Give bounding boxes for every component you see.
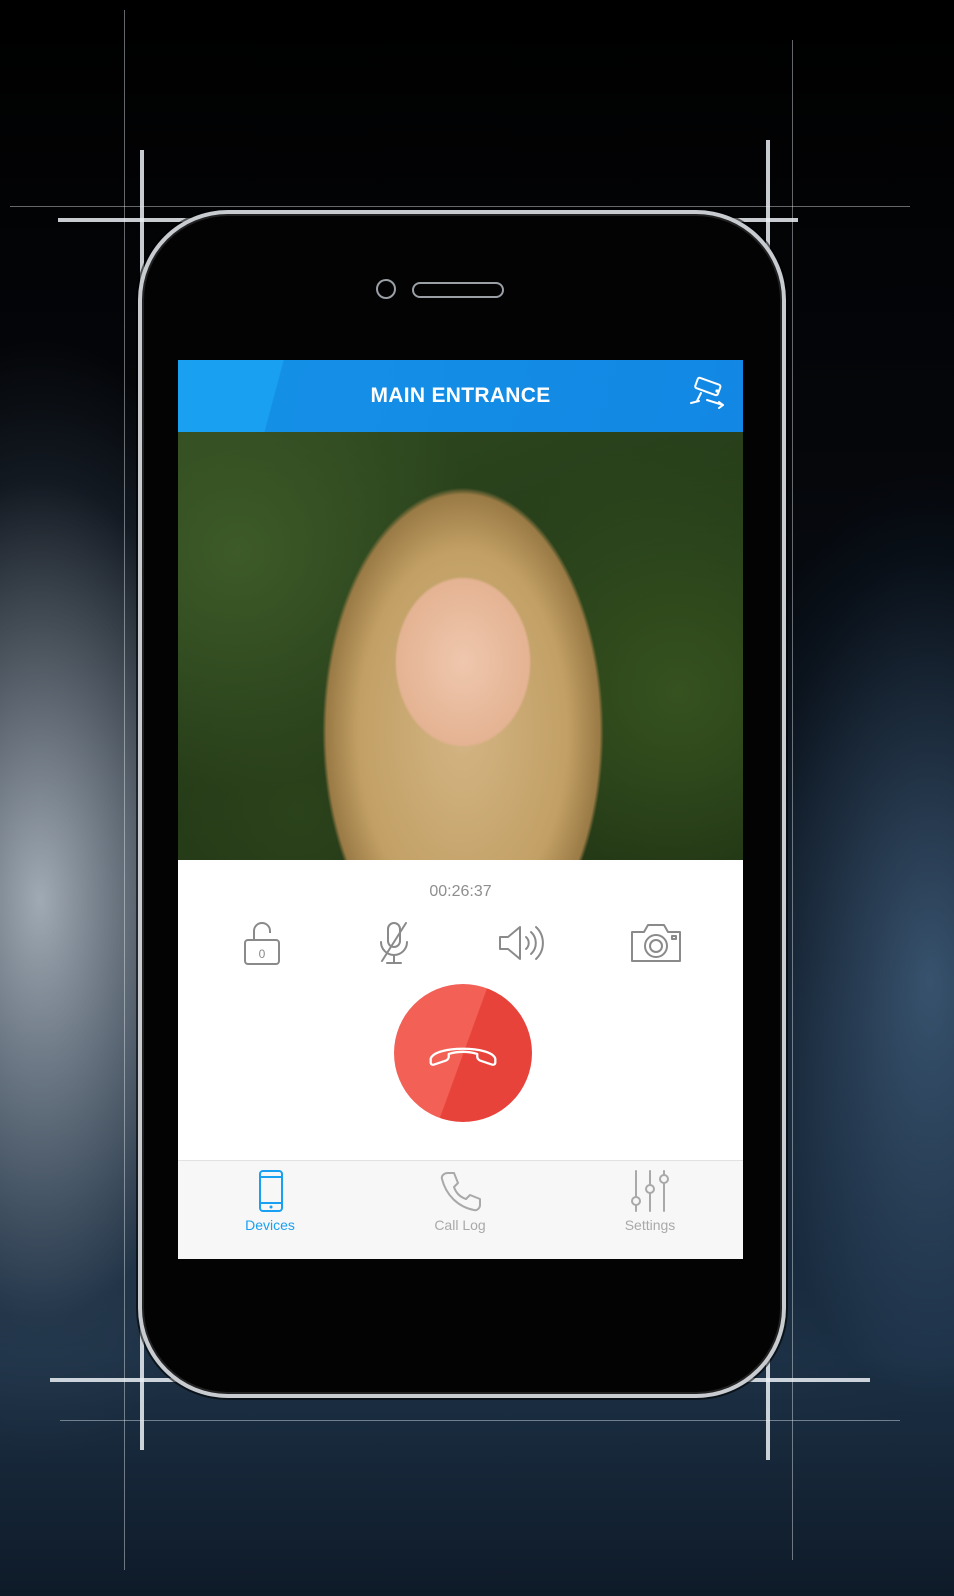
unlock-button[interactable]: 0 (234, 915, 290, 971)
sketch-line (60, 1420, 900, 1421)
padlock-open-icon: 0 (244, 922, 280, 965)
speaker-icon (499, 926, 544, 960)
tab-bar: Devices Call Log Settings (178, 1160, 743, 1259)
app-screen: MAIN ENTRANCE 00:26:37 0 Devices Call Lo… (178, 360, 743, 1259)
page-title: MAIN ENTRANCE (370, 384, 551, 407)
phone-sensor (376, 279, 396, 299)
mute-button[interactable] (366, 915, 422, 971)
sketch-line (10, 206, 910, 207)
microphone-muted-icon (380, 922, 408, 964)
hangup-button[interactable] (394, 984, 532, 1122)
tab-label: Devices (245, 1217, 295, 1233)
video-feed (178, 432, 743, 860)
sliders-icon (631, 1170, 669, 1212)
tab-call-log[interactable]: Call Log (390, 1167, 530, 1233)
smartphone-icon (259, 1170, 283, 1212)
phone-speaker (412, 282, 504, 298)
app-header: MAIN ENTRANCE (178, 360, 743, 432)
tab-settings[interactable]: Settings (580, 1167, 720, 1233)
phone-hangup-icon (429, 1047, 497, 1066)
lock-number: 0 (259, 947, 266, 961)
phone-icon (440, 1172, 481, 1212)
sketch-line (124, 10, 125, 1570)
tab-label: Settings (624, 1217, 676, 1233)
tab-devices[interactable]: Devices (200, 1167, 340, 1233)
call-duration: 00:26:37 (429, 883, 492, 900)
sketch-line (792, 40, 793, 1560)
snapshot-button[interactable] (628, 915, 684, 971)
tab-label: Call Log (434, 1217, 486, 1233)
cctv-camera-icon[interactable] (687, 376, 727, 414)
speaker-button[interactable] (494, 915, 550, 971)
camera-icon (631, 924, 681, 962)
